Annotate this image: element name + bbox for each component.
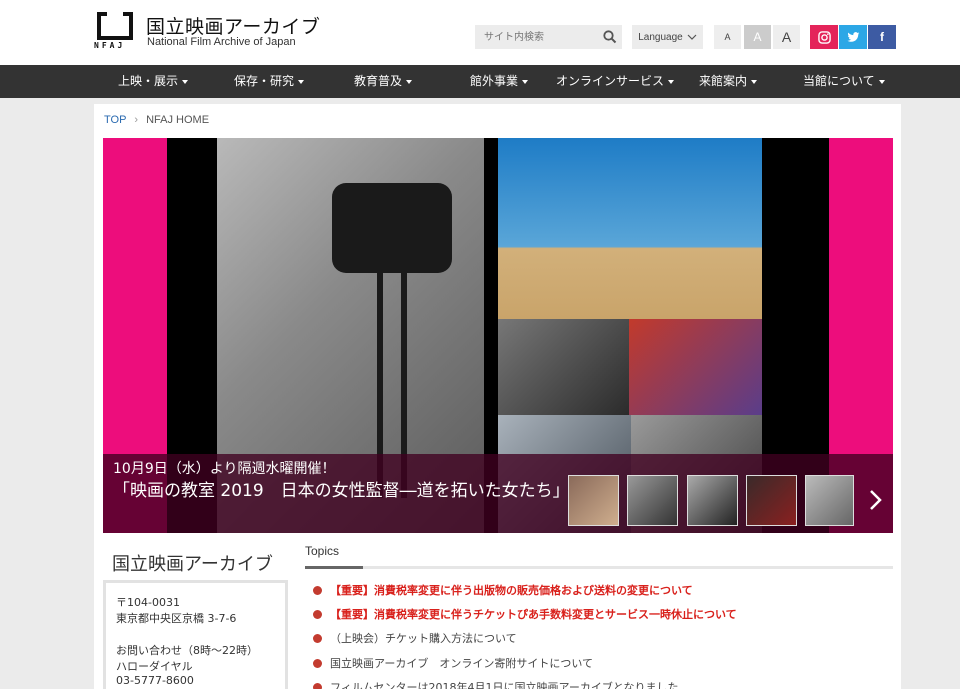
font-size-small-button[interactable]: A [714, 25, 741, 49]
photo-still-2 [629, 319, 762, 415]
contact-service: ハローダイヤル [116, 660, 193, 673]
breadcrumb: TOP › NFAJ HOME [104, 114, 209, 126]
topics-tab[interactable]: Topics [305, 544, 339, 558]
contact-hours: お問い合わせ（8時〜22時） [116, 644, 258, 657]
logo-title-en: National Film Archive of Japan [147, 36, 296, 48]
topic-item[interactable]: 【重要】消費税率変更に伴うチケットぴあ手数料変更とサービス一時休止について [313, 606, 737, 622]
site-header: NFAJ 国立映画アーカイブ National Film Archive of … [0, 0, 960, 65]
topics-tab-indicator [305, 566, 363, 569]
caret-down-icon [182, 79, 189, 84]
contact-phone: 03-5777-8600 [116, 674, 194, 687]
bullet-icon [313, 585, 322, 595]
nav-item-outreach[interactable]: 館外事業 [470, 65, 529, 98]
caret-down-icon [668, 79, 675, 84]
nav-item-exhibitions[interactable]: 上映・展示 [118, 65, 189, 98]
nav-item-online-services[interactable]: オンラインサービス [556, 65, 675, 98]
twitter-link[interactable] [839, 25, 867, 49]
instagram-link[interactable] [810, 25, 838, 49]
chevron-down-icon [687, 34, 697, 40]
breadcrumb-top-link[interactable]: TOP [104, 114, 126, 126]
search-icon[interactable] [602, 29, 618, 45]
caret-down-icon [751, 79, 758, 84]
bullet-icon [313, 609, 322, 619]
twitter-icon [847, 31, 859, 42]
topic-item[interactable]: 【重要】消費税率変更に伴う出版物の販売価格および送料の変更について [313, 582, 693, 598]
nav-item-preservation[interactable]: 保存・研究 [234, 65, 305, 98]
slider-thumbnail-2[interactable] [627, 475, 678, 526]
caret-down-icon [522, 79, 529, 84]
hero-caption-date[interactable]: 10月9日（水）より隔週水曜開催！ [113, 458, 335, 478]
breadcrumb-current: NFAJ HOME [146, 114, 210, 126]
font-size-medium-button[interactable]: A [744, 25, 771, 49]
instagram-icon [817, 30, 831, 44]
caret-down-icon [298, 79, 305, 84]
language-label: Language [638, 31, 683, 43]
topic-item[interactable]: フィルムセンターは2018年4月1日に国立映画アーカイブとなりました [313, 679, 679, 689]
topic-item[interactable]: 国立映画アーカイブ オンライン寄附サイトについて [313, 655, 593, 671]
breadcrumb-separator-icon: › [134, 114, 139, 126]
language-button[interactable]: Language [632, 25, 703, 49]
site-logo[interactable]: NFAJ 国立映画アーカイブ National Film Archive of … [94, 12, 320, 52]
slider-thumbnail-4[interactable] [746, 475, 797, 526]
hero-caption-title[interactable]: 「映画の教室 2019 日本の女性監督―道を拓いた女たち」 [113, 480, 570, 503]
hero-slider[interactable]: 10月9日（水）より隔週水曜開催！ 「映画の教室 2019 日本の女性監督―道を… [103, 138, 893, 533]
nav-item-education[interactable]: 教育普及 [354, 65, 413, 98]
address: 東京都中央区京橋 3-7-6 [116, 612, 237, 625]
sidebar-title: 国立映画アーカイブ [112, 554, 273, 575]
postal-code: 〒104-0031 [116, 596, 180, 609]
slider-thumbnail-3[interactable] [687, 475, 738, 526]
caret-down-icon [878, 79, 885, 84]
topics-divider [305, 566, 893, 569]
nav-item-about[interactable]: 当館について [803, 65, 885, 98]
photo-women-parasols [498, 138, 762, 319]
bullet-icon [313, 633, 322, 643]
slider-thumbnail-1[interactable] [568, 475, 619, 526]
font-size-large-button[interactable]: A [773, 25, 800, 49]
main-nav: 上映・展示 保存・研究 教育普及 館外事業 オンラインサービス 来館案内 当館に… [0, 65, 960, 98]
camera-shape [332, 183, 452, 273]
search-input[interactable] [475, 25, 595, 49]
chevron-right-icon[interactable] [863, 485, 887, 515]
photo-still-1 [498, 319, 629, 415]
slider-thumbnail-5[interactable] [805, 475, 854, 526]
logo-title-jp: 国立映画アーカイブ [146, 16, 321, 38]
nav-item-visit[interactable]: 来館案内 [699, 65, 758, 98]
bullet-icon [313, 682, 322, 689]
caret-down-icon [406, 79, 413, 84]
bullet-icon [313, 658, 322, 668]
facebook-link[interactable]: f [868, 25, 896, 49]
site-search [475, 25, 622, 49]
nfaj-logo-mark: NFAJ [94, 12, 136, 50]
topic-item[interactable]: （上映会）チケット購入方法について [313, 630, 517, 646]
facebook-icon: f [880, 30, 884, 44]
logo-mark-text: NFAJ [94, 41, 126, 50]
